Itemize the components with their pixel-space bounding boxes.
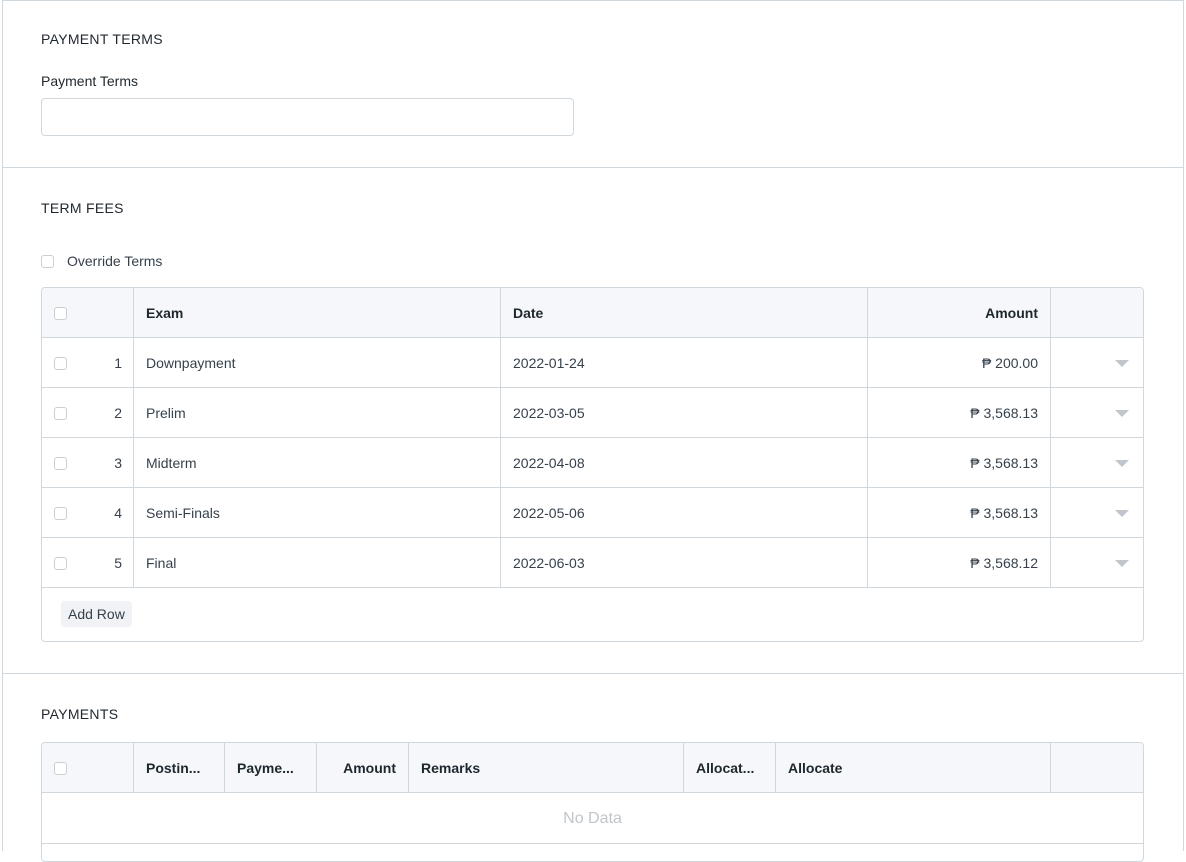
table-row[interactable]: 1 Downpayment 2022-01-24 ₱ 200.00 (42, 338, 1143, 388)
payment-terms-heading: PAYMENT TERMS (41, 31, 163, 47)
payment-terms-input[interactable] (41, 98, 574, 136)
row-checkbox[interactable] (54, 556, 67, 570)
date-cell[interactable]: 2022-03-05 (501, 388, 868, 438)
column-header-allocated[interactable]: Allocat... (684, 743, 776, 793)
payments-table: Postin... Payme... Amount Remarks Alloca… (41, 742, 1144, 862)
override-terms-checkbox[interactable] (41, 254, 54, 268)
exam-cell[interactable]: Semi-Finals (134, 488, 501, 538)
column-header-remarks[interactable]: Remarks (409, 743, 684, 793)
chevron-down-icon[interactable] (1115, 560, 1129, 567)
row-number: 3 (114, 455, 122, 471)
chevron-down-icon[interactable] (1115, 410, 1129, 417)
term-fees-heading: TERM FEES (41, 200, 124, 216)
payments-heading: PAYMENTS (41, 706, 119, 722)
row-actions-cell[interactable] (1051, 388, 1143, 438)
amount-cell[interactable]: ₱ 3,568.13 (868, 488, 1051, 538)
table-row[interactable]: 4 Semi-Finals 2022-05-06 ₱ 3,568.13 (42, 488, 1143, 538)
date-cell[interactable]: 2022-05-06 (501, 488, 868, 538)
column-header-amount[interactable]: Amount (317, 743, 409, 793)
table-row[interactable]: 5 Final 2022-06-03 ₱ 3,568.12 (42, 538, 1143, 588)
row-number: 1 (114, 355, 122, 371)
date-cell[interactable]: 2022-04-08 (501, 438, 868, 488)
chevron-down-icon[interactable] (1115, 510, 1129, 517)
empty-state-text: No Data (42, 794, 1143, 844)
date-cell[interactable]: 2022-01-24 (501, 338, 868, 388)
row-actions-cell[interactable] (1051, 338, 1143, 388)
exam-cell[interactable]: Final (134, 538, 501, 588)
row-checkbox[interactable] (54, 406, 67, 420)
column-header-actions (1051, 288, 1143, 338)
select-all-cell (42, 288, 134, 338)
table-row[interactable]: 2 Prelim 2022-03-05 ₱ 3,568.13 (42, 388, 1143, 438)
column-header-payment[interactable]: Payme... (225, 743, 317, 793)
column-header-exam[interactable]: Exam (134, 288, 501, 338)
column-header-amount[interactable]: Amount (868, 288, 1051, 338)
amount-cell[interactable]: ₱ 200.00 (868, 338, 1051, 388)
column-header-allocate[interactable]: Allocate (776, 743, 1051, 793)
row-actions-cell[interactable] (1051, 438, 1143, 488)
column-header-posting-date[interactable]: Postin... (134, 743, 225, 793)
payment-terms-section: PAYMENT TERMS Payment Terms (3, 1, 1183, 168)
term-fees-table: Exam Date Amount 1 Downpayment 2022-01-2… (41, 287, 1144, 642)
row-number: 5 (114, 555, 122, 571)
chevron-down-icon[interactable] (1115, 360, 1129, 367)
amount-cell[interactable]: ₱ 3,568.12 (868, 538, 1051, 588)
row-checkbox[interactable] (54, 506, 67, 520)
row-checkbox[interactable] (54, 356, 67, 370)
row-actions-cell[interactable] (1051, 538, 1143, 588)
date-cell[interactable]: 2022-06-03 (501, 538, 868, 588)
exam-cell[interactable]: Prelim (134, 388, 501, 438)
column-header-date[interactable]: Date (501, 288, 868, 338)
table-header-row: Postin... Payme... Amount Remarks Alloca… (42, 743, 1143, 793)
payment-terms-label: Payment Terms (41, 73, 138, 89)
amount-cell[interactable]: ₱ 3,568.13 (868, 438, 1051, 488)
row-number: 2 (114, 405, 122, 421)
override-terms-checkbox-row[interactable]: Override Terms (41, 253, 162, 269)
select-all-cell (42, 743, 134, 793)
table-row[interactable]: 3 Midterm 2022-04-08 ₱ 3,568.13 (42, 438, 1143, 488)
form-page: PAYMENT TERMS Payment Terms TERM FEES Ov… (2, 0, 1184, 862)
column-header-actions (1051, 743, 1143, 793)
select-all-checkbox[interactable] (54, 306, 67, 320)
chevron-down-icon[interactable] (1115, 460, 1129, 467)
select-all-checkbox[interactable] (54, 761, 67, 775)
exam-cell[interactable]: Midterm (134, 438, 501, 488)
add-row-button[interactable]: Add Row (61, 601, 132, 627)
row-actions-cell[interactable] (1051, 488, 1143, 538)
row-checkbox[interactable] (54, 456, 67, 470)
amount-cell[interactable]: ₱ 3,568.13 (868, 388, 1051, 438)
override-terms-label: Override Terms (67, 253, 163, 269)
table-header-row: Exam Date Amount (42, 288, 1143, 338)
row-number: 4 (114, 505, 122, 521)
exam-cell[interactable]: Downpayment (134, 338, 501, 388)
